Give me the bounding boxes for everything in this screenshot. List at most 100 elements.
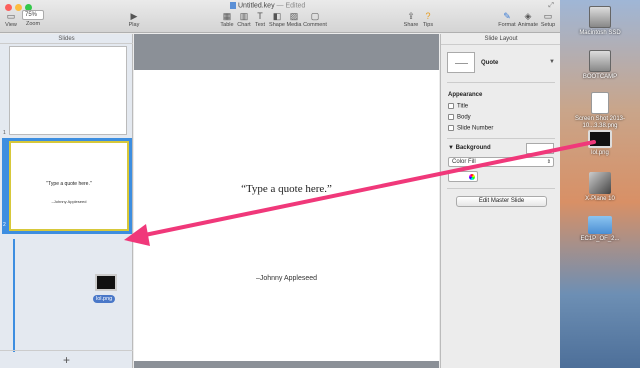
zoom-label: Zoom — [25, 21, 41, 27]
share-button[interactable]: ⇪ Share — [403, 10, 419, 28]
desktop-icon-drive[interactable]: Macintosh SSD — [560, 6, 640, 37]
divider — [447, 138, 555, 139]
desktop-icon-folder[interactable]: EC1P_OF_2... — [560, 216, 640, 243]
layout-name[interactable]: Quote — [481, 60, 498, 66]
text-icon: T — [257, 11, 263, 21]
zoom-control[interactable]: 75% Zoom — [22, 10, 44, 27]
background-section-title[interactable]: ▼ Background — [448, 145, 491, 151]
zoom-select[interactable]: 75% — [22, 10, 44, 20]
shape-button[interactable]: ◧ Shape — [268, 10, 286, 28]
background-color-swatch[interactable] — [526, 143, 554, 154]
slide-attribution-text[interactable]: –Johnny Appleseed — [134, 275, 439, 282]
drop-insertion-indicator — [13, 239, 15, 352]
view-label: View — [5, 22, 17, 28]
slide-thumbnail-2[interactable]: "Type a quote here." –Johnny Appleseed — [9, 141, 129, 231]
slide-thumbnail-1[interactable] — [9, 46, 127, 135]
dragged-image-label: lol.png — [93, 295, 116, 303]
body-checkbox[interactable]: Body — [448, 114, 471, 121]
slide-number-checkbox[interactable]: Slide Number — [448, 125, 493, 132]
slide-navigator: Slides 1 "Type a quote here." –Johnny Ap… — [0, 34, 133, 368]
format-button[interactable]: ✎ Format — [498, 10, 516, 28]
media-icon: ▨ — [289, 11, 299, 21]
view-icon: ▭ — [6, 11, 16, 21]
table-button[interactable]: ▦ Table — [218, 10, 236, 28]
appearance-title: Appearance — [448, 92, 483, 98]
disclosure-triangle-icon[interactable]: ▼ — [448, 145, 454, 151]
slides-header: Slides — [0, 34, 133, 44]
color-well[interactable] — [448, 171, 478, 182]
document-name: Untitled.key — [238, 2, 275, 10]
play-button[interactable]: ▶ Play — [125, 10, 143, 28]
title-checkbox-label: Title — [457, 103, 469, 110]
comment-label: Comment — [303, 22, 327, 28]
inspector-header: Slide Layout — [441, 34, 561, 45]
slide-quote-text[interactable]: “Type a quote here.” — [134, 183, 439, 195]
text-button[interactable]: T Text — [252, 10, 268, 28]
paintbrush-icon: ✎ — [503, 11, 511, 21]
hard-drive-icon — [589, 50, 611, 72]
format-label: Format — [498, 22, 516, 28]
comment-icon: ▢ — [310, 11, 320, 21]
slide-number-1: 1 — [3, 130, 6, 136]
keynote-window: Untitled.key — Edited ⤢ ▭ View 75% Zoom … — [0, 0, 561, 368]
play-label: Play — [128, 22, 140, 28]
text-label: Text — [254, 22, 266, 28]
chart-icon: ▥ — [239, 11, 249, 21]
body-checkbox-label: Body — [457, 114, 471, 121]
desktop-icon-label: EC1P_OF_2... — [580, 236, 620, 242]
checkbox-icon[interactable] — [448, 125, 454, 131]
desktop-icon-screenshot[interactable]: Screen Shot 2013-10...3.38.png — [560, 92, 640, 130]
fill-type-select[interactable]: Color Fill ⇕ — [448, 157, 554, 167]
keynote-doc-icon — [230, 2, 236, 9]
slide-canvas[interactable]: “Type a quote here.” –Johnny Appleseed — [134, 70, 439, 361]
divider — [447, 82, 555, 83]
chevron-down-icon[interactable]: ▼ — [549, 59, 555, 65]
fill-type-value: Color Fill — [452, 159, 476, 165]
desktop-icon-lol-png[interactable]: lol.png — [560, 130, 640, 157]
shape-label: Shape — [269, 22, 285, 28]
slide-number-checkbox-label: Slide Number — [457, 125, 494, 132]
tips-icon: ? — [425, 11, 431, 21]
hard-drive-icon — [589, 6, 611, 28]
desktop-icon-xplane[interactable]: X-Plane 10 — [560, 172, 640, 203]
tips-button[interactable]: ? Tips — [420, 10, 436, 28]
comment-button[interactable]: ▢ Comment — [302, 10, 328, 28]
tips-label: Tips — [422, 22, 434, 28]
animate-button[interactable]: ◈ Animate — [517, 10, 539, 28]
slide-canvas-area: “Type a quote here.” –Johnny Appleseed — [134, 34, 439, 368]
diamond-icon: ◈ — [524, 11, 532, 21]
setup-label: Setup — [540, 22, 556, 28]
dragged-image-icon[interactable] — [95, 274, 117, 291]
checkbox-icon[interactable] — [448, 114, 454, 120]
thumbnail-attribution: –Johnny Appleseed — [51, 199, 87, 204]
image-file-icon — [588, 130, 612, 148]
view-button[interactable]: ▭ View — [3, 10, 19, 28]
chart-label: Chart — [237, 22, 251, 28]
checkbox-icon[interactable] — [448, 103, 454, 109]
fullscreen-icon[interactable]: ⤢ — [548, 2, 554, 10]
share-label: Share — [403, 22, 419, 28]
title-checkbox[interactable]: Title — [448, 103, 468, 110]
background-title: Background — [455, 145, 491, 151]
add-slide-button[interactable]: + — [0, 350, 133, 368]
slide-number-2: 2 — [3, 222, 6, 228]
table-label: Table — [220, 22, 234, 28]
edit-master-slide-button[interactable]: Edit Master Slide — [456, 196, 547, 207]
slide-thumbnail-2-selected[interactable]: "Type a quote here." –Johnny Appleseed 2 — [2, 138, 132, 234]
setup-button[interactable]: ▭ Setup — [539, 10, 557, 28]
color-wheel-icon[interactable] — [469, 174, 475, 180]
desktop-icon-bootcamp[interactable]: BOOTCAMP — [560, 50, 640, 81]
app-icon — [589, 172, 611, 194]
media-button[interactable]: ▨ Media — [285, 10, 303, 28]
media-label: Media — [286, 22, 302, 28]
chart-button[interactable]: ▥ Chart — [235, 10, 253, 28]
setup-icon: ▭ — [543, 11, 553, 21]
share-icon: ⇪ — [407, 11, 415, 21]
layout-thumbnail[interactable] — [447, 52, 475, 73]
inspector-panel: Slide Layout Quote ▼ Appearance Title Bo… — [440, 34, 561, 368]
shape-icon: ◧ — [272, 11, 282, 21]
desktop-icon-label: lol.png — [591, 150, 609, 156]
desktop-icon-label: X-Plane 10 — [585, 196, 615, 202]
thumbnail-quote: "Type a quote here." — [46, 181, 92, 187]
animate-label: Animate — [517, 22, 539, 28]
